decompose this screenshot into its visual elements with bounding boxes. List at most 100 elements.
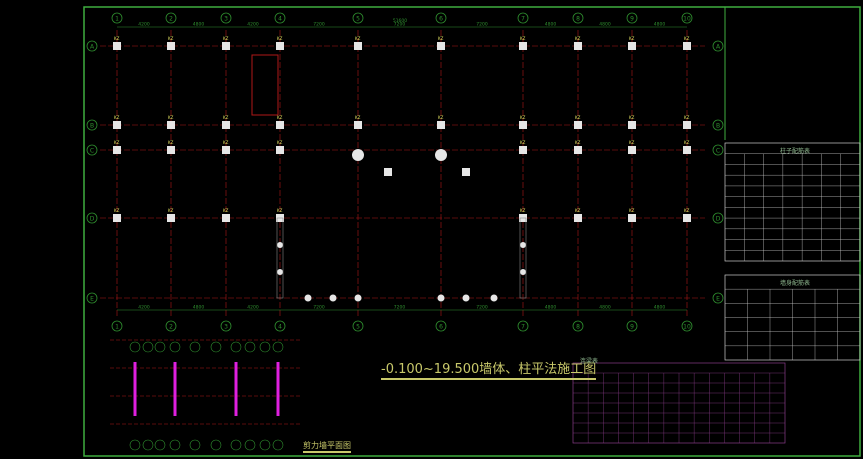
axis-label: 1 (115, 16, 119, 23)
column (276, 121, 284, 129)
axis-label: 3 (224, 324, 228, 331)
column-tag: KZ (438, 115, 444, 120)
round-column (520, 242, 526, 248)
column-tag: KZ (575, 36, 581, 41)
column (167, 146, 175, 154)
column-tag: KZ (520, 140, 526, 145)
column (683, 121, 691, 129)
column (519, 42, 527, 50)
column-tag: KZ (114, 36, 120, 41)
axis-label: A (90, 44, 95, 51)
axis-label: 9 (630, 324, 634, 331)
column (222, 146, 230, 154)
legend-axis-bubble (259, 341, 271, 353)
column-tag: KZ (629, 115, 635, 120)
column-tag: KZ (114, 140, 120, 145)
column-tag: KZ (520, 36, 526, 41)
legend-axis-bubble (169, 439, 181, 451)
column (167, 214, 175, 222)
drawing-frame (83, 6, 861, 457)
axis-label: B (716, 123, 720, 130)
legend-axis-bubble (244, 439, 256, 451)
cad-drawing-canvas: 1 1 2 2 3 3 4 4 5 5 6 6 7 7 8 8 9 9 10 10 A A B B C C D D E E 4200 4800… (83, 6, 861, 457)
axis-label: 10 (683, 16, 691, 23)
axis-label: B (90, 123, 94, 130)
axis-label: 5 (356, 16, 360, 23)
dimension-text: 4800 (654, 22, 666, 28)
column-tag: KZ (277, 208, 283, 213)
column (222, 214, 230, 222)
round-column (490, 294, 498, 302)
stair-core (251, 54, 279, 116)
column (683, 146, 691, 154)
column (276, 146, 284, 154)
column (113, 146, 121, 154)
axis-label: 8 (576, 324, 580, 331)
round-column (520, 269, 526, 275)
column (574, 42, 582, 50)
round-column (329, 294, 337, 302)
column-tag: KZ (277, 115, 283, 120)
dimension-text: 7200 (313, 305, 325, 311)
axis-label: D (90, 216, 95, 223)
axis-label: 4 (278, 324, 282, 331)
dimension-text: 4200 (138, 22, 150, 28)
legend-axis-bubble (272, 341, 284, 353)
legend-axis-bubble (210, 439, 222, 451)
column-tag: KZ (114, 208, 120, 213)
dimension-text: 4200 (138, 305, 150, 311)
column (113, 121, 121, 129)
column (222, 42, 230, 50)
column-tag: KZ (629, 140, 635, 145)
legend-axis-bubble (230, 439, 242, 451)
column-tag: KZ (114, 115, 120, 120)
wall-table-title: 墙身配筋表 (780, 280, 811, 287)
axis-label: 1 (115, 324, 119, 331)
column (113, 214, 121, 222)
axis-label: 7 (521, 324, 525, 331)
dimension-text: 4800 (545, 22, 557, 28)
column-tag: KZ (520, 115, 526, 120)
axis-label: 7 (521, 16, 525, 23)
axis-label: 3 (224, 16, 228, 23)
legend-title: 剪力墙平面图 (303, 440, 351, 453)
column-table-title: 柱子配筋表 (780, 148, 811, 155)
dimension-text: 4800 (599, 22, 611, 28)
column-tag: KZ (629, 36, 635, 41)
column (519, 121, 527, 129)
column-tag: KZ (684, 140, 690, 145)
legend-axis-bubble (259, 439, 271, 451)
round-column (354, 294, 362, 302)
column-tag: KZ (168, 208, 174, 213)
total-dimension: 51600 (393, 18, 407, 24)
drawing-title: -0.100~19.500墙体、柱平法施工图 (381, 358, 597, 380)
legend-axis-bubble (154, 439, 166, 451)
dimension-text: 4200 (247, 305, 259, 311)
column (574, 146, 582, 154)
column (519, 146, 527, 154)
column-tag: KZ (575, 140, 581, 145)
column-tag: KZ (223, 140, 229, 145)
axis-label: E (716, 296, 720, 303)
column-tag: KZ (223, 115, 229, 120)
round-column (435, 149, 447, 161)
column (167, 42, 175, 50)
column (437, 42, 445, 50)
axis-label: 6 (439, 16, 443, 23)
dimension-text: 7200 (476, 305, 488, 311)
round-column (352, 149, 364, 161)
column-tag: KZ (575, 115, 581, 120)
dimension-text: 4200 (247, 22, 259, 28)
legend-axis-bubble (142, 439, 154, 451)
axis-label: D (716, 216, 721, 223)
column-tag: KZ (277, 140, 283, 145)
legend-axis-bubble (272, 439, 284, 451)
round-column (277, 269, 283, 275)
round-column (462, 294, 470, 302)
dimension-text: 7200 (394, 305, 406, 311)
legend-axis-bubble (230, 341, 242, 353)
column (683, 214, 691, 222)
column-tag: KZ (355, 115, 361, 120)
round-column (437, 294, 445, 302)
axis-label: 6 (439, 324, 443, 331)
